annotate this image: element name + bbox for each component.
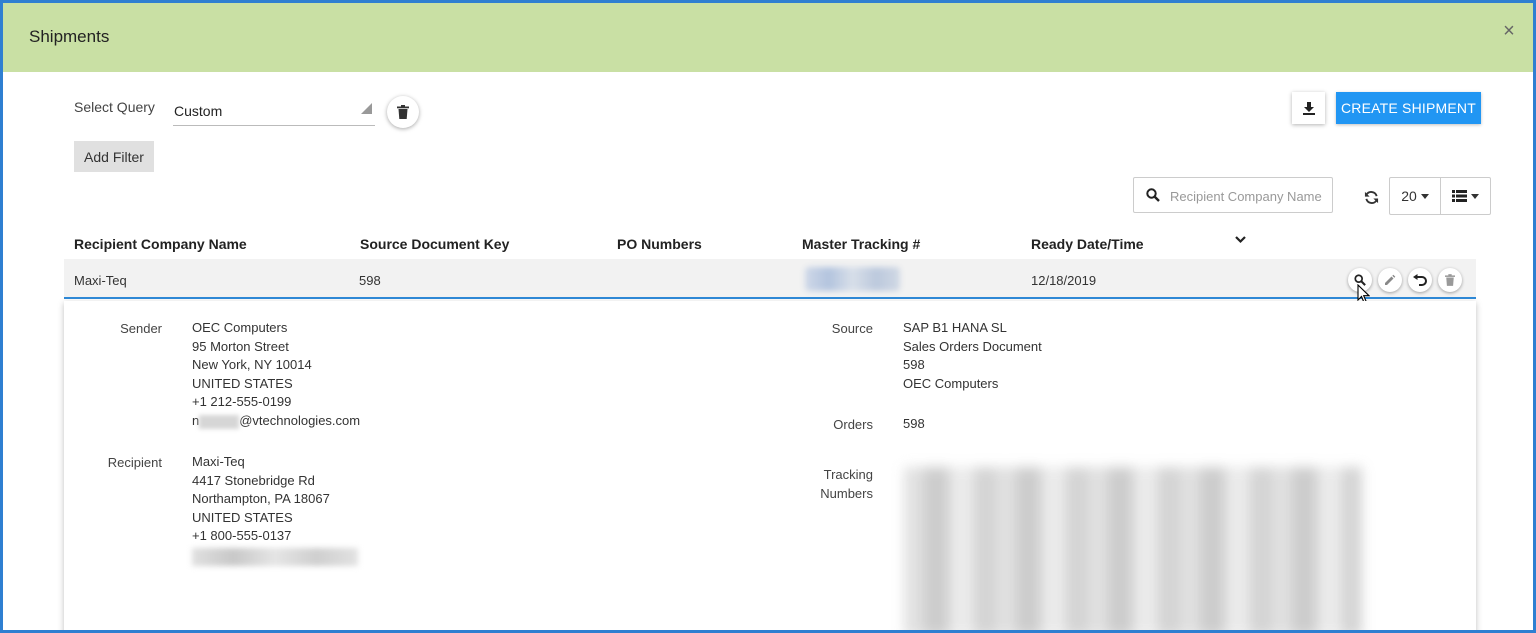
delete-query-button[interactable] [387, 96, 419, 128]
caret-down-icon [1471, 193, 1479, 199]
column-header-master-tracking[interactable]: Master Tracking # [802, 236, 920, 252]
cell-source-key: 598 [359, 273, 381, 288]
cell-recipient: Maxi-Teq [74, 273, 127, 288]
recipient-line: 4417 Stonebridge Rd [192, 472, 315, 488]
undo-button[interactable] [1408, 268, 1432, 292]
refresh-button[interactable] [1361, 187, 1381, 207]
sender-line: 95 Morton Street [192, 338, 289, 354]
sender-email-domain: @vtechnologies.com [239, 412, 361, 428]
search-icon [1146, 188, 1160, 202]
columns-view-dropdown[interactable] [1440, 177, 1491, 215]
tracking-label-line: Numbers [820, 486, 873, 501]
source-line: OEC Computers [903, 375, 999, 391]
create-shipment-button[interactable]: CREATE SHIPMENT [1336, 92, 1481, 124]
query-select-value: Custom [174, 103, 223, 119]
sender-address: OEC Computers 95 Morton Street New York,… [192, 319, 360, 431]
download-icon [1302, 101, 1315, 115]
tracking-numbers-redacted [904, 467, 1362, 630]
source-info: SAP B1 HANA SL Sales Orders Document 598… [903, 319, 1042, 393]
column-header-ready-date[interactable]: Ready Date/Time [1031, 236, 1144, 252]
source-line: 598 [903, 357, 925, 373]
sender-line: New York, NY 10014 [192, 357, 312, 373]
page-size-value: 20 [1401, 188, 1417, 204]
sender-email: n @vtechnologies.com [192, 412, 360, 431]
column-header-recipient[interactable]: Recipient Company Name [74, 236, 247, 252]
recipient-line: Northampton, PA 18067 [192, 491, 330, 507]
sender-email-prefix: n [192, 412, 200, 428]
search-input[interactable] [1170, 186, 1330, 206]
orders-label: Orders [833, 417, 873, 432]
dialog-title: Shipments [29, 27, 110, 46]
trash-icon [1445, 274, 1455, 286]
sender-line: OEC Computers [192, 320, 288, 335]
tracking-numbers-label: Tracking Numbers [764, 465, 873, 503]
trash-icon [397, 105, 409, 119]
recipient-line: Maxi-Teq [192, 454, 245, 469]
close-icon[interactable]: × [1499, 21, 1519, 41]
add-filter-button[interactable]: Add Filter [74, 141, 154, 172]
source-line: SAP B1 HANA SL [903, 320, 1007, 335]
shipment-detail-panel: Sender OEC Computers 95 Morton Street Ne… [64, 301, 1476, 630]
shipments-dialog: Shipments × Select Query Custom Add Filt… [0, 0, 1536, 633]
pencil-icon [1385, 274, 1396, 285]
recipient-label: Recipient [107, 455, 162, 470]
column-header-po-numbers[interactable]: PO Numbers [617, 236, 702, 252]
recipient-email-redacted [192, 547, 358, 566]
sort-chevron-down-icon[interactable] [1235, 236, 1246, 244]
column-header-source-key[interactable]: Source Document Key [360, 236, 509, 252]
download-button[interactable] [1292, 92, 1325, 124]
recipient-address: Maxi-Teq 4417 Stonebridge Rd Northampton… [192, 453, 358, 566]
page-size-dropdown[interactable]: 20 [1389, 177, 1441, 215]
select-query-label: Select Query [74, 99, 155, 115]
source-line: Sales Orders Document [903, 338, 1042, 354]
table-row[interactable]: Maxi-Teq 598 12/18/2019 [64, 259, 1476, 299]
caret-down-icon [1420, 193, 1429, 199]
sender-line: UNITED STATES [192, 375, 293, 391]
source-label: Source [831, 321, 873, 336]
recipient-line: +1 800-555-0137 [192, 528, 292, 544]
cell-master-tracking-redacted [805, 267, 900, 291]
sender-label: Sender [120, 321, 162, 336]
search-box [1133, 177, 1333, 213]
select-arrow-icon [361, 103, 372, 114]
recipient-line: UNITED STATES [192, 509, 293, 525]
tracking-label-line: Tracking [823, 467, 873, 482]
refresh-icon [1364, 190, 1378, 204]
cell-ready-date: 12/18/2019 [1031, 273, 1097, 288]
orders-value: 598 [903, 416, 925, 431]
edit-button[interactable] [1378, 268, 1402, 292]
undo-icon [1413, 274, 1427, 286]
sender-line: +1 212-555-0199 [192, 394, 292, 410]
delete-row-button[interactable] [1438, 268, 1462, 292]
email-redacted [199, 414, 240, 429]
query-select[interactable]: Custom [173, 99, 375, 126]
dialog-header: Shipments × [3, 3, 1533, 72]
list-view-icon [1452, 190, 1467, 202]
